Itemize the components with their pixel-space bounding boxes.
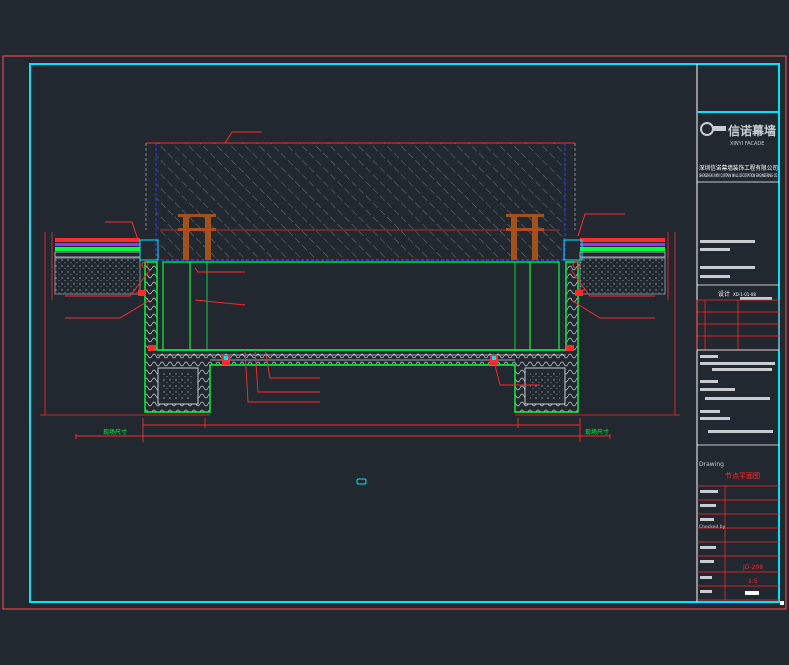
dim-label-right: 现场尺寸 [585, 428, 609, 436]
logo-sub: XINYI FACADE [730, 141, 764, 147]
dim-label-left: 现场尺寸 [103, 428, 127, 436]
view-marker-icon [356, 478, 367, 485]
title-block: 信诺幕墙 XINYI FACADE 深圳信诺幕墙装饰工程有限公司 SHENZHE… [696, 111, 784, 605]
section-detail: 现场尺寸 现场尺寸 [40, 131, 680, 485]
left-cladding [54, 238, 141, 295]
wall-hatch [156, 143, 565, 260]
scale: 1:5 [748, 578, 758, 585]
company-logo-icon [700, 122, 726, 136]
logo-text: 信诺幕墙 [728, 123, 776, 138]
sheet-border [2, 55, 787, 610]
block-code: XD-1-01-08 [733, 292, 756, 297]
insulated-channel [144, 261, 579, 413]
cad-drawing: 现场尺寸 现场尺寸 信诺幕墙 XINYI FACADE 深圳信诺幕墙装饰工程有限… [2, 55, 787, 610]
corner-mark [780, 601, 784, 605]
company-cn: 深圳信诺幕墙装饰工程有限公司 [699, 164, 778, 172]
horizontal-dimension: 现场尺寸 现场尺寸 [75, 418, 611, 442]
drawing-heading: Drawing [699, 461, 724, 468]
right-cladding [579, 238, 666, 295]
block-label: 设计 [718, 290, 730, 298]
drawing-name: 节点平面图 [725, 472, 760, 480]
drawing-no: JD-208 [742, 564, 763, 571]
aluminium-frame [162, 261, 560, 351]
company-en: SHENZHEN XINYI CURTAIN WALL DECORATION E… [699, 173, 778, 178]
checked-label: Checked by [699, 524, 726, 530]
